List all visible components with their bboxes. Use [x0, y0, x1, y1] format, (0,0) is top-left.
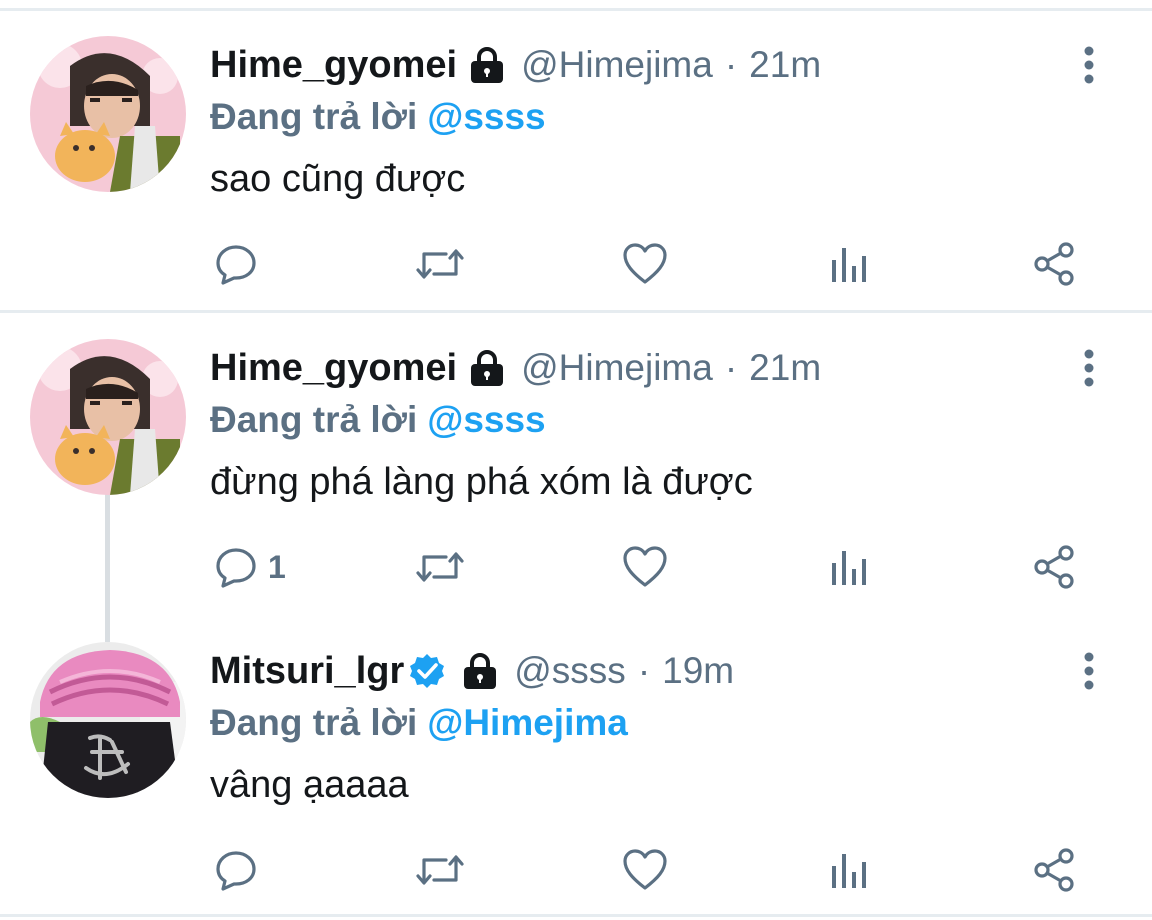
retweet-icon — [414, 242, 466, 286]
tweet-divider — [0, 310, 1152, 313]
like-icon — [622, 545, 668, 589]
share-icon — [1032, 847, 1078, 893]
share-icon — [1032, 544, 1078, 590]
analytics-icon — [830, 848, 870, 892]
tweet-3[interactable]: Mitsuri_lgr @ssss · 19m Đang trả lời @Hi… — [0, 642, 1152, 916]
analytics-button[interactable] — [830, 842, 870, 898]
reply-button[interactable] — [214, 236, 268, 292]
avatar[interactable] — [30, 36, 186, 192]
reply-mention-link[interactable]: @Himejima — [427, 702, 628, 744]
more-vertical-icon[interactable] — [1074, 646, 1104, 696]
tweet-header: Mitsuri_lgr @ssss · 19m — [210, 646, 734, 696]
reply-mention-link[interactable]: @ssss — [427, 96, 545, 138]
retweet-button[interactable] — [414, 842, 466, 898]
analytics-icon — [830, 242, 870, 286]
bottom-divider — [0, 914, 1152, 917]
lock-icon — [467, 350, 507, 386]
like-button[interactable] — [622, 236, 668, 292]
reply-count: 1 — [268, 548, 286, 585]
separator-dot: · — [637, 650, 651, 691]
like-icon — [622, 242, 668, 286]
timestamp[interactable]: 21m — [749, 347, 821, 389]
tweet-header: Hime_gyomei @Himejima · 21m — [210, 343, 821, 393]
reply-icon — [214, 848, 258, 892]
like-button[interactable] — [622, 842, 668, 898]
more-vertical-icon[interactable] — [1074, 343, 1104, 393]
display-name[interactable]: Hime_gyomei — [210, 44, 457, 87]
separator-dot: · — [724, 44, 738, 85]
avatar[interactable] — [30, 339, 186, 495]
reply-prefix: Đang trả lời — [210, 96, 418, 137]
avatar-image — [30, 642, 186, 798]
reply-button[interactable] — [214, 842, 268, 898]
retweet-icon — [414, 848, 466, 892]
tweet-text: đừng phá làng phá xóm là được — [210, 461, 753, 503]
avatar[interactable] — [30, 642, 186, 798]
tweet-text: sao cũng được — [210, 158, 466, 200]
reply-icon — [214, 545, 258, 589]
action-bar — [0, 236, 1152, 292]
more-vertical-icon[interactable] — [1074, 40, 1104, 90]
tweet-2[interactable]: Hime_gyomei @Himejima · 21m Đang trả lời… — [0, 339, 1152, 613]
replying-to: Đang trả lời @ssss — [210, 395, 546, 445]
separator-dot: · — [724, 347, 738, 388]
avatar-image — [30, 339, 186, 495]
share-button[interactable] — [1032, 842, 1078, 898]
reply-prefix: Đang trả lời — [210, 399, 418, 440]
like-button[interactable] — [622, 539, 668, 595]
tweet-text: vâng ạaaaa — [210, 764, 409, 806]
display-name[interactable]: Hime_gyomei — [210, 347, 457, 390]
share-button[interactable] — [1032, 236, 1078, 292]
timestamp[interactable]: 19m — [662, 650, 734, 692]
reply-button[interactable]: 1 — [214, 539, 286, 595]
reply-prefix: Đang trả lời — [210, 702, 418, 743]
retweet-icon — [414, 545, 466, 589]
share-icon — [1032, 241, 1078, 287]
verified-badge-icon — [408, 652, 446, 690]
share-button[interactable] — [1032, 539, 1078, 595]
reply-mention-link[interactable]: @ssss — [427, 399, 545, 441]
replying-to: Đang trả lời @ssss — [210, 92, 546, 142]
analytics-button[interactable] — [830, 236, 870, 292]
handle[interactable]: @ssss — [514, 650, 626, 692]
tweet-1[interactable]: Hime_gyomei @Himejima · 21m Đang trả lời… — [0, 36, 1152, 310]
handle[interactable]: @Himejima — [521, 347, 713, 389]
lock-icon — [460, 653, 500, 689]
replying-to: Đang trả lời @Himejima — [210, 698, 628, 748]
tweet-header: Hime_gyomei @Himejima · 21m — [210, 40, 821, 90]
analytics-icon — [830, 545, 870, 589]
display-name[interactable]: Mitsuri_lgr — [210, 650, 404, 693]
retweet-button[interactable] — [414, 236, 466, 292]
reply-icon — [214, 242, 258, 286]
analytics-button[interactable] — [830, 539, 870, 595]
action-bar — [0, 842, 1152, 898]
timestamp[interactable]: 21m — [749, 44, 821, 86]
action-bar: 1 — [0, 539, 1152, 595]
top-divider — [0, 8, 1152, 11]
avatar-image — [30, 36, 186, 192]
retweet-button[interactable] — [414, 539, 466, 595]
like-icon — [622, 848, 668, 892]
handle[interactable]: @Himejima — [521, 44, 713, 86]
lock-icon — [467, 47, 507, 83]
